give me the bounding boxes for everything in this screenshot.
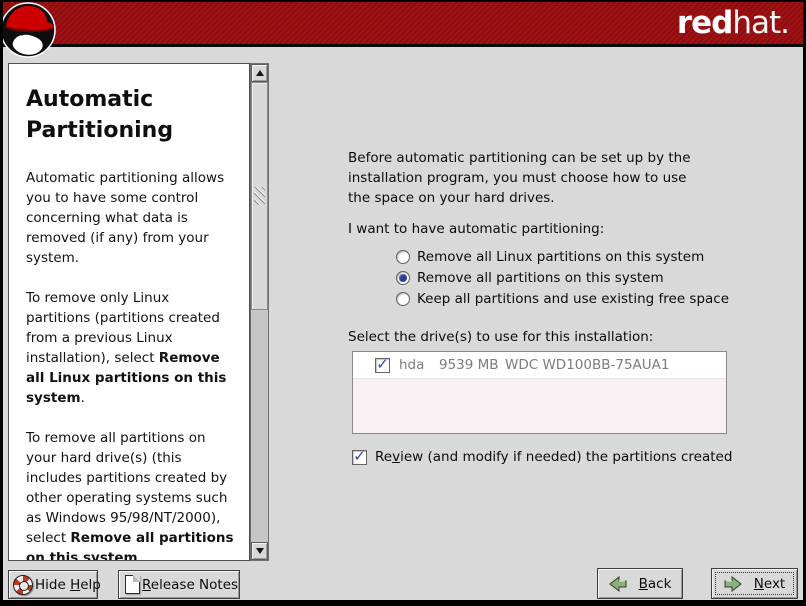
drive-size: 9539 MB: [439, 357, 501, 373]
wordmark-light: hat.: [732, 5, 789, 41]
wordmark-bold: red: [677, 5, 733, 41]
drive-model: WDC WD100BB-75AUA1: [505, 357, 670, 373]
help-title: Automatic Partitioning: [26, 84, 237, 146]
radio-button[interactable]: [396, 250, 410, 264]
scrollbar-thumb[interactable]: [251, 82, 268, 310]
intro-text: Before automatic partitioning can be set…: [348, 148, 696, 208]
next-label: Next: [754, 576, 785, 592]
help-paragraph: To remove all partitions on your hard dr…: [26, 428, 237, 561]
header-bar: redhat.: [3, 2, 803, 47]
help-scrollbar[interactable]: [250, 63, 269, 561]
radio-option-remove-linux[interactable]: Remove all Linux partitions on this syst…: [396, 247, 704, 267]
next-arrow-icon: [724, 576, 742, 592]
hide-help-button[interactable]: Hide Help: [8, 570, 98, 599]
drive-select-label: Select the drive(s) to use for this inst…: [348, 329, 653, 345]
drive-checkbox[interactable]: ✓: [375, 358, 390, 373]
redhat-shadowman-icon: [1, 1, 63, 61]
radio-label: Remove all Linux partitions on this syst…: [417, 249, 704, 265]
release-notes-label: Release Notes: [142, 577, 238, 593]
help-paragraph: To remove only Linux partitions (partiti…: [26, 288, 237, 408]
redhat-wordmark: redhat.: [677, 5, 789, 41]
radio-button-selected[interactable]: [396, 271, 410, 285]
help-panel: Automatic Partitioning Automatic partiti…: [8, 63, 250, 561]
radio-label: Keep all partitions and use existing fre…: [417, 291, 729, 307]
checkmark-icon: ✓: [353, 451, 366, 462]
down-arrow-icon: [256, 548, 264, 554]
lifebuoy-icon: [13, 575, 33, 595]
drive-list: ✓ hda 9539 MB WDC WD100BB-75AUA1: [352, 351, 727, 434]
partitioning-question-label: I want to have automatic partitioning:: [348, 221, 604, 237]
scroll-down-button[interactable]: [251, 542, 268, 560]
hide-help-label: Hide Help: [35, 577, 101, 593]
back-arrow-icon: [609, 576, 627, 592]
drive-name: hda: [399, 357, 439, 373]
document-icon: [125, 575, 140, 594]
radio-option-keep-all[interactable]: Keep all partitions and use existing fre…: [396, 289, 729, 309]
up-arrow-icon: [256, 70, 264, 76]
grip-icon: [254, 187, 265, 205]
radio-button[interactable]: [396, 292, 410, 306]
radio-option-remove-all[interactable]: Remove all partitions on this system: [396, 268, 664, 288]
review-checkbox[interactable]: ✓: [352, 450, 367, 465]
help-paragraph: Automatic partitioning allows you to hav…: [26, 168, 237, 268]
checkmark-icon: ✓: [376, 359, 389, 370]
release-notes-button[interactable]: Release Notes: [118, 570, 240, 599]
drive-row[interactable]: ✓ hda 9539 MB WDC WD100BB-75AUA1: [353, 352, 726, 379]
scroll-up-button[interactable]: [251, 64, 268, 82]
next-button[interactable]: Next: [711, 568, 798, 599]
back-button[interactable]: Back: [597, 568, 683, 599]
radio-label: Remove all partitions on this system: [417, 270, 664, 286]
installer-window: redhat. Automatic Partitioning Automatic…: [0, 0, 806, 606]
review-label: Review (and modify if needed) the partit…: [375, 449, 732, 465]
back-label: Back: [639, 576, 672, 592]
review-option[interactable]: ✓ Review (and modify if needed) the part…: [352, 449, 732, 465]
